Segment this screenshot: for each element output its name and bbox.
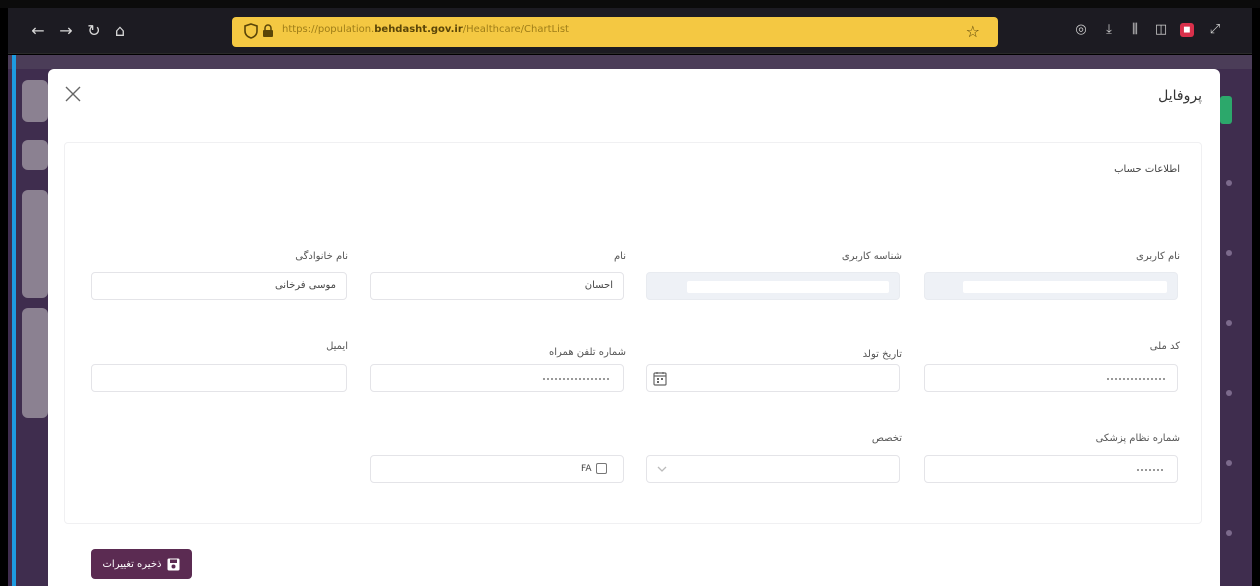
national-code-field[interactable] — [924, 364, 1178, 392]
username-label: نام کاربری — [1136, 251, 1180, 262]
first-name-field[interactable]: احسان — [370, 272, 624, 300]
sidebar-icon[interactable]: ◫ — [1152, 21, 1170, 39]
masked-value — [1137, 469, 1165, 471]
calendar-icon[interactable] — [653, 371, 667, 386]
last-name-field[interactable]: موسی فرخانی — [91, 272, 347, 300]
profile-modal: پروفایل اطلاعات حساب نام کاربری شناسه کا… — [48, 69, 1220, 586]
side-dot — [1226, 250, 1232, 256]
last-name-value: موسی فرخانی — [274, 280, 336, 291]
medical-council-label: شماره نظام پزشکی — [1095, 433, 1180, 444]
fa-label: FA — [581, 463, 592, 474]
side-dot — [1226, 530, 1232, 536]
last-name-label: نام خانوادگی — [295, 251, 348, 262]
user-id-field — [646, 272, 900, 300]
masked-value — [963, 281, 1167, 293]
birth-date-label: تاریخ تولد — [862, 349, 902, 360]
first-name-value: احسان — [584, 280, 613, 291]
sidebar-card — [22, 140, 48, 170]
medical-council-field[interactable] — [924, 455, 1178, 483]
sidebar-card — [22, 190, 48, 298]
save-label: ذخیره تغییرات — [102, 558, 162, 570]
app-header-strip — [8, 55, 1252, 69]
sidebar-card — [22, 80, 48, 122]
forward-arrow-icon[interactable]: → — [56, 21, 76, 41]
save-icon — [167, 558, 180, 570]
side-dot — [1226, 390, 1232, 396]
fa-checkbox[interactable]: FA — [581, 463, 607, 474]
sidebar-card — [22, 308, 48, 418]
save-changes-button[interactable]: ذخیره تغییرات — [91, 549, 192, 579]
shield-icon — [244, 23, 258, 39]
lock-icon — [263, 24, 273, 37]
checkbox-icon[interactable] — [595, 463, 607, 474]
back-arrow-icon[interactable]: ← — [28, 21, 48, 41]
sidebar-edge — [12, 55, 16, 586]
language-field: FA — [370, 455, 624, 483]
pocket-icon[interactable]: ◎ — [1072, 21, 1090, 39]
section-title: اطلاعات حساب — [1114, 164, 1180, 175]
specialty-label: تخصص — [871, 433, 902, 444]
email-field[interactable] — [91, 364, 347, 392]
chevron-down-icon — [657, 466, 667, 472]
email-label: ایمیل — [326, 341, 348, 352]
birth-date-field[interactable] — [646, 364, 900, 392]
reload-icon[interactable]: ↻ — [84, 21, 104, 41]
masked-value — [1107, 378, 1165, 380]
user-id-label: شناسه کاربری — [841, 251, 902, 262]
side-dot — [1226, 180, 1232, 186]
masked-value — [687, 281, 889, 293]
close-icon[interactable] — [64, 85, 82, 103]
home-icon[interactable]: ⌂ — [110, 21, 130, 41]
window-frame — [0, 0, 1260, 8]
expand-icon[interactable]: ⤢ — [1206, 21, 1224, 39]
url-text: https://population.behdasht.gov.ir/Healt… — [282, 24, 569, 35]
download-icon[interactable]: ⤓ — [1100, 21, 1118, 39]
extension-icon[interactable]: ◼ — [1180, 23, 1194, 37]
side-dot — [1226, 320, 1232, 326]
side-dot — [1226, 460, 1232, 466]
national-code-label: کد ملی — [1149, 341, 1180, 352]
masked-value — [543, 378, 611, 380]
modal-title: پروفایل — [1158, 88, 1202, 104]
mobile-label: شماره تلفن همراه — [549, 347, 626, 358]
specialty-select[interactable] — [646, 455, 900, 483]
address-bar[interactable]: https://population.behdasht.gov.ir/Healt… — [232, 17, 998, 47]
username-field — [924, 272, 1178, 300]
mobile-field[interactable] — [370, 364, 624, 392]
first-name-label: نام — [613, 251, 626, 262]
browser-toolbar: ← → ↻ ⌂ https://population.behdasht.gov.… — [8, 8, 1252, 54]
library-icon[interactable]: ⫼ — [1126, 21, 1144, 39]
side-action-button — [1220, 96, 1232, 124]
bookmark-star-icon[interactable]: ☆ — [966, 22, 980, 41]
